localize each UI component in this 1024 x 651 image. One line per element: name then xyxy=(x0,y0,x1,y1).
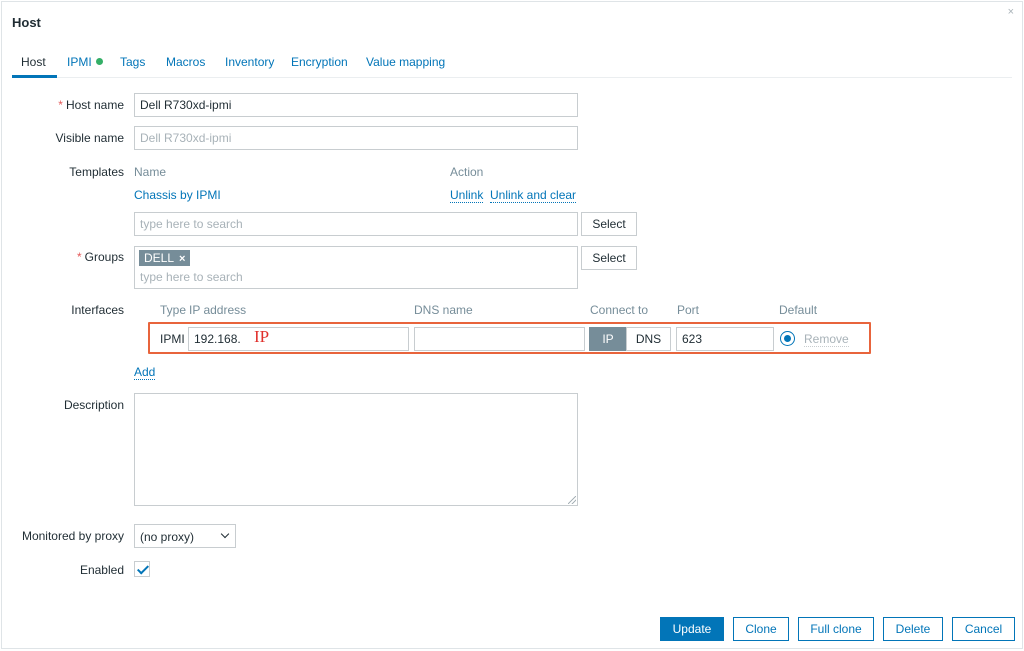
iface-type: IPMI xyxy=(160,332,185,346)
connect-ip-toggle[interactable]: IP xyxy=(589,327,627,351)
templates-col-action: Action xyxy=(450,165,484,179)
connect-dns-toggle[interactable]: DNS xyxy=(626,327,671,351)
resize-grip-icon[interactable] xyxy=(568,496,576,504)
tab-bar: Host IPMI Tags Macros Inventory Encrypti… xyxy=(12,48,1012,78)
groups-label: * Groups xyxy=(4,250,124,264)
host-name-label: * Host name xyxy=(4,98,124,112)
dialog-title: Host xyxy=(12,15,41,30)
cancel-button[interactable]: Cancel xyxy=(952,617,1015,641)
required-mark: * xyxy=(58,98,63,112)
tab-macros[interactable]: Macros xyxy=(166,55,205,69)
chevron-down-icon xyxy=(220,529,230,539)
tab-host[interactable]: Host xyxy=(21,55,46,69)
enabled-checkbox[interactable] xyxy=(134,561,150,577)
add-interface-link[interactable]: Add xyxy=(134,365,156,380)
unlink-and-clear-link[interactable]: Unlink and clear xyxy=(490,188,577,203)
remove-tag-icon[interactable]: × xyxy=(179,253,185,265)
groups-select-button[interactable]: Select xyxy=(581,246,637,270)
templates-label: Templates xyxy=(69,165,124,179)
proxy-select[interactable]: (no proxy) xyxy=(134,524,236,548)
template-select-button[interactable]: Select xyxy=(581,212,637,236)
delete-button[interactable]: Delete xyxy=(883,617,943,641)
description-textarea[interactable] xyxy=(134,393,578,506)
tab-tags[interactable]: Tags xyxy=(120,55,145,69)
iface-remove-link[interactable]: Remove xyxy=(804,332,849,347)
groups-multiselect[interactable]: DELL × type here to search xyxy=(134,246,578,289)
interfaces-label: Interfaces xyxy=(71,303,124,317)
iface-col-type: Type xyxy=(160,303,187,317)
iface-col-default: Default xyxy=(779,303,818,317)
unlink-link[interactable]: Unlink xyxy=(450,188,484,203)
iface-port-input[interactable]: 623 xyxy=(676,327,774,351)
template-search-input[interactable]: type here to search xyxy=(134,212,578,236)
host-dialog: Host × Host IPMI Tags Macros Inventory E… xyxy=(1,1,1023,649)
proxy-label: Monitored by proxy xyxy=(21,529,124,543)
tab-encryption[interactable]: Encryption xyxy=(291,55,348,69)
groups-label-text: Groups xyxy=(84,250,124,264)
proxy-select-value: (no proxy) xyxy=(140,530,195,544)
tab-inventory[interactable]: Inventory xyxy=(225,55,274,69)
enabled-label: Enabled xyxy=(79,563,124,577)
group-tag: DELL × xyxy=(139,250,191,266)
templates-col-name: Name xyxy=(134,165,167,179)
status-dot-icon xyxy=(95,58,103,65)
update-button[interactable]: Update xyxy=(660,617,724,641)
group-tag-label: DELL xyxy=(144,251,175,265)
tab-ipmi[interactable]: IPMI xyxy=(67,55,103,69)
linked-template-link[interactable]: Chassis by IPMI xyxy=(134,188,221,202)
iface-col-connect: Connect to xyxy=(590,303,649,317)
required-mark: * xyxy=(76,250,82,264)
full-clone-button[interactable]: Full clone xyxy=(798,617,874,641)
default-radio[interactable] xyxy=(780,331,795,346)
iface-col-ip: IP address xyxy=(189,303,247,317)
visible-name-input[interactable]: Dell R730xd-ipmi xyxy=(134,126,578,150)
tab-value-mapping[interactable]: Value mapping xyxy=(366,55,445,69)
iface-col-port: Port xyxy=(677,303,700,317)
visible-name-label: Visible name xyxy=(55,131,124,145)
iface-ip-input[interactable]: 192.168. xyxy=(188,327,409,351)
tab-ipmi-label: IPMI xyxy=(67,55,92,69)
iface-col-dns: DNS name xyxy=(414,303,473,317)
groups-search-placeholder[interactable]: type here to search xyxy=(140,270,243,284)
clone-button[interactable]: Clone xyxy=(733,617,789,641)
ip-annotation: IP xyxy=(254,327,270,346)
host-name-label-text: Host name xyxy=(65,98,124,112)
close-icon[interactable]: × xyxy=(1008,6,1014,18)
description-label: Description xyxy=(63,398,124,412)
active-tab-indicator xyxy=(12,75,57,78)
iface-dns-input[interactable] xyxy=(414,327,585,351)
host-name-input[interactable]: Dell R730xd-ipmi xyxy=(134,93,578,117)
